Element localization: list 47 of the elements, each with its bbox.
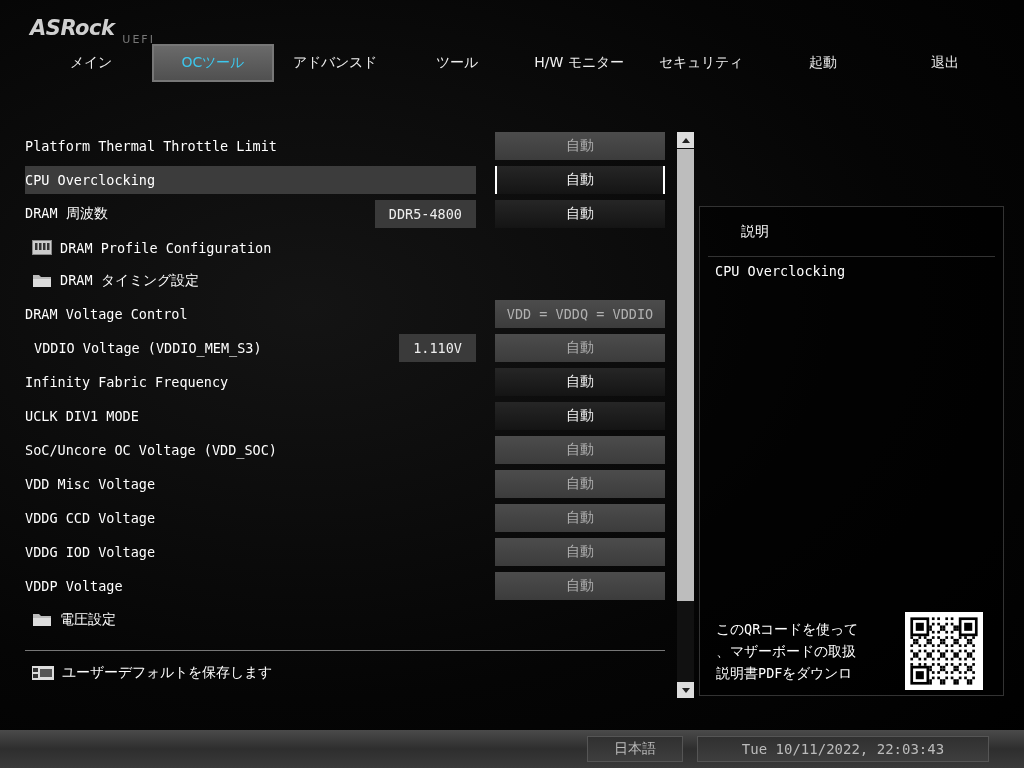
brand-logo: ASRock	[30, 16, 115, 40]
setting-label: DRAM Voltage Control	[25, 306, 188, 322]
option-button[interactable]: 自動	[495, 166, 665, 194]
menu-tab[interactable]: メイン	[30, 44, 152, 82]
language-button[interactable]: 日本語	[587, 736, 683, 762]
menu-tab[interactable]: H/W モニター	[518, 44, 640, 82]
menu-tab[interactable]: 退出	[884, 44, 1006, 82]
qr-caption-line: 説明書PDFをダウンロ	[716, 664, 854, 683]
folder-icon	[32, 612, 52, 627]
setting-label: VDDG CCD Voltage	[25, 510, 156, 526]
setting-label: CPU Overclocking	[25, 172, 156, 188]
setting-label: UCLK DIV1 MODE	[25, 408, 139, 424]
scroll-thumb[interactable]	[677, 149, 694, 601]
save-defaults-action[interactable]: ユーザーデフォルトを保存します	[62, 664, 272, 682]
option-button[interactable]: 自動	[495, 402, 665, 430]
menu-tab[interactable]: セキュリティ	[640, 44, 762, 82]
scroll-down-icon[interactable]	[681, 687, 690, 693]
panel-title: 説明	[741, 222, 769, 241]
scroll-up-icon[interactable]	[681, 137, 690, 143]
logo-subtitle: UEFI	[122, 33, 155, 46]
option-button[interactable]: 自動	[495, 368, 665, 396]
menu-tab[interactable]: ツール	[396, 44, 518, 82]
submenu-label[interactable]: DRAM タイミング設定	[60, 271, 199, 290]
scrollbar[interactable]	[677, 132, 694, 698]
setting-value: DDR5-4800	[374, 200, 476, 228]
setting-label: VDDG IOD Voltage	[25, 544, 156, 560]
memory-module-icon	[32, 240, 52, 255]
description-text: CPU Overclocking	[715, 263, 846, 279]
submenu-label[interactable]: 電圧設定	[60, 610, 116, 629]
setting-label: Platform Thermal Throttle Limit	[25, 138, 277, 154]
setting-label: VDD Misc Voltage	[25, 476, 156, 492]
option-button[interactable]: 自動	[495, 200, 665, 228]
setting-label: Infinity Fabric Frequency	[25, 374, 229, 390]
folder-icon	[32, 273, 52, 288]
menu-tab[interactable]: 起動	[762, 44, 884, 82]
date-time-display: Tue 10/11/2022, 22:03:43	[697, 736, 989, 762]
highlighted-row[interactable]: CPU Overclocking	[25, 166, 476, 194]
setting-value: 1.110V	[399, 334, 476, 362]
menu-tab[interactable]: アドバンスド	[274, 44, 396, 82]
setting-label: SoC/Uncore OC Voltage (VDD_SOC)	[25, 442, 277, 458]
setting-label: VDDIO Voltage (VDDIO_MEM_S3)	[33, 340, 262, 356]
qr-caption-line: このQRコードを使って	[716, 620, 859, 639]
setting-label: DRAM 周波数	[25, 205, 108, 223]
qr-caption-line: 、マザーボードの取扱	[716, 642, 857, 661]
setting-label: VDDP Voltage	[25, 578, 123, 594]
submenu-label[interactable]: DRAM Profile Configuration	[60, 239, 272, 256]
bios-chip-icon	[32, 666, 54, 680]
